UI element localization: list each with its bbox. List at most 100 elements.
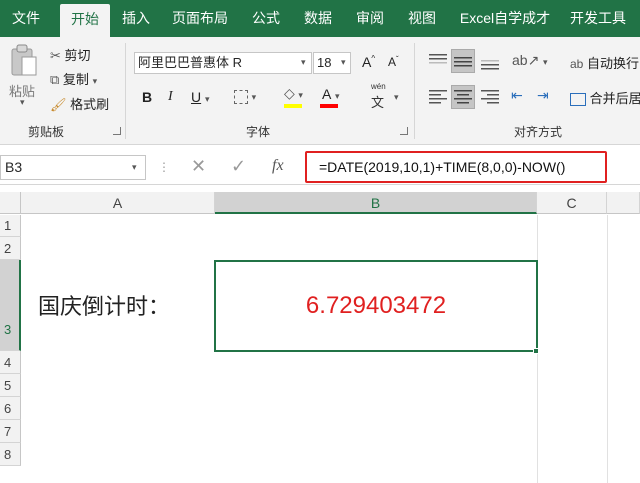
align-middle-icon: [454, 57, 472, 67]
paste-icon: [11, 44, 37, 76]
column-header-a[interactable]: A: [21, 192, 215, 214]
row-header-6[interactable]: 6: [0, 397, 21, 420]
row-header-3[interactable]: 3: [0, 260, 21, 351]
decrease-indent-icon: ⇤: [511, 87, 523, 103]
wrap-text-button[interactable]: ab 自动换行: [570, 53, 639, 72]
bold-button[interactable]: B: [142, 89, 152, 105]
align-right-icon[interactable]: [480, 89, 500, 105]
scissors-icon: ✂: [50, 48, 61, 63]
merge-center-icon: [570, 93, 586, 107]
copy-button[interactable]: ⧉ 复制 ▾: [50, 69, 97, 88]
grow-font-button[interactable]: A^: [362, 54, 375, 70]
row-header-2[interactable]: 2: [0, 237, 21, 260]
row-header-5[interactable]: 5: [0, 374, 21, 397]
chevron-down-icon: ▾: [251, 92, 257, 102]
underline-label: U: [191, 89, 202, 105]
align-middle-button[interactable]: [451, 49, 475, 73]
tab-file[interactable]: 文件: [0, 0, 52, 37]
group-label-clipboard: 剪贴板: [28, 125, 65, 139]
dialog-launcher-icon[interactable]: [113, 127, 121, 135]
format-painter-label: 格式刷: [70, 97, 110, 112]
chevron-down-icon: ▾: [20, 97, 25, 107]
chevron-down-icon: ▾: [542, 57, 548, 67]
spreadsheet-grid: A B C 1 2 3 4 5 6 7 8 国庆倒计时： 6.729403472: [0, 190, 640, 483]
paint-bucket-icon: ◇: [284, 85, 295, 101]
align-bottom-icon[interactable]: [480, 55, 500, 71]
italic-button[interactable]: I: [168, 89, 173, 105]
border-grid-icon: [234, 89, 248, 104]
font-color-glyph: A: [322, 86, 332, 102]
row-header-8[interactable]: 8: [0, 443, 21, 466]
cut-button[interactable]: ✂ 剪切: [50, 45, 91, 64]
group-label-font: 字体: [246, 125, 271, 139]
group-label-alignment: 对齐方式: [514, 125, 563, 139]
tab-data[interactable]: 数据: [294, 0, 342, 37]
format-painter-button[interactable]: 🖌 格式刷: [50, 94, 109, 113]
tab-insert[interactable]: 插入: [114, 0, 158, 37]
merge-center-button[interactable]: 合并后居: [570, 88, 640, 107]
chevron-down-icon[interactable]: ▾: [132, 162, 137, 173]
fill-color-button[interactable]: ◇ ▾: [284, 85, 303, 102]
row-header-1[interactable]: 1: [0, 215, 21, 237]
shrink-font-label: A: [388, 55, 397, 69]
separator: [414, 43, 415, 139]
tab-page-layout[interactable]: 页面布局: [164, 0, 236, 37]
cell-a3[interactable]: 国庆倒计时：: [38, 289, 170, 321]
align-center-button[interactable]: [451, 85, 475, 109]
tab-view[interactable]: 视图: [398, 0, 446, 37]
phonetic-char: 文: [371, 95, 385, 110]
grow-font-label: A: [362, 54, 372, 70]
enter-icon[interactable]: ✓: [231, 156, 246, 177]
tab-formulas[interactable]: 公式: [242, 0, 290, 37]
dialog-launcher-icon[interactable]: [400, 127, 408, 135]
phonetic-button[interactable]: wén 文 ▾: [370, 82, 404, 110]
gridline: [607, 215, 608, 483]
shrink-font-button[interactable]: Aˇ: [388, 55, 399, 69]
name-box[interactable]: B3: [0, 155, 146, 180]
formula-input[interactable]: =DATE(2019,10,1)+TIME(8,0,0)-NOW(): [305, 151, 607, 183]
drag-handle-icon[interactable]: ⋮: [158, 160, 170, 174]
font-color-button[interactable]: A ▾: [322, 86, 340, 102]
paste-button[interactable]: 粘贴 ▾: [6, 43, 42, 107]
phonetic-top: wén: [371, 82, 386, 91]
merge-center-label: 合并后居: [589, 91, 640, 106]
chevron-down-icon: ▾: [301, 57, 306, 67]
tab-developer[interactable]: 开发工具: [562, 0, 634, 37]
column-header-d[interactable]: [607, 192, 640, 214]
align-top-icon[interactable]: [428, 53, 448, 69]
row-header-4[interactable]: 4: [0, 351, 21, 374]
wrap-text-label: 自动换行: [586, 56, 639, 71]
font-name-select[interactable]: 阿里巴巴普惠体 R: [134, 52, 312, 74]
column-header-c[interactable]: C: [537, 192, 607, 214]
align-left-icon[interactable]: [428, 89, 448, 105]
tab-review[interactable]: 审阅: [346, 0, 394, 37]
cancel-icon[interactable]: ✕: [191, 156, 206, 177]
wrap-text-icon: ab: [570, 57, 584, 71]
paintbrush-icon: 🖌: [50, 97, 67, 112]
row-header-7[interactable]: 7: [0, 420, 21, 443]
insert-function-button[interactable]: fx: [272, 157, 284, 175]
fill-handle[interactable]: [533, 348, 539, 354]
shrink-arrow-icon: ˇ: [396, 55, 399, 64]
selected-cell-b3[interactable]: 6.729403472: [214, 260, 538, 352]
copy-label: 复制: [62, 72, 89, 87]
copy-icon: ⧉: [50, 72, 60, 87]
tab-excel-self-study[interactable]: Excel自学成才: [452, 0, 558, 37]
align-center-icon: [454, 90, 472, 104]
ribbon: 粘贴 ▾ ✂ 剪切 ⧉ 复制 ▾ 🖌 格式刷 剪贴板 阿里巴巴普惠体 R ▾ 1…: [0, 37, 640, 145]
separator: [125, 43, 126, 139]
chevron-down-icon: ▾: [394, 92, 399, 102]
borders-button[interactable]: ▾: [234, 88, 256, 104]
decrease-indent-button[interactable]: ⇤: [511, 87, 523, 104]
chevron-down-icon: ▾: [334, 91, 340, 101]
underline-button[interactable]: U ▾: [191, 89, 210, 105]
orientation-button[interactable]: ab↗ ▾: [512, 52, 547, 69]
ribbon-tab-bar: 文件 开始 插入 页面布局 公式 数据 审阅 视图 Excel自学成才 开发工具: [0, 0, 640, 37]
select-all-corner[interactable]: [0, 192, 21, 214]
orientation-icon: ab↗: [512, 52, 540, 68]
cut-label: 剪切: [64, 48, 91, 63]
increase-indent-button[interactable]: ⇥: [537, 87, 549, 104]
column-header-b[interactable]: B: [215, 192, 537, 214]
chevron-down-icon: ▾: [341, 57, 346, 67]
tab-home[interactable]: 开始: [60, 4, 110, 37]
